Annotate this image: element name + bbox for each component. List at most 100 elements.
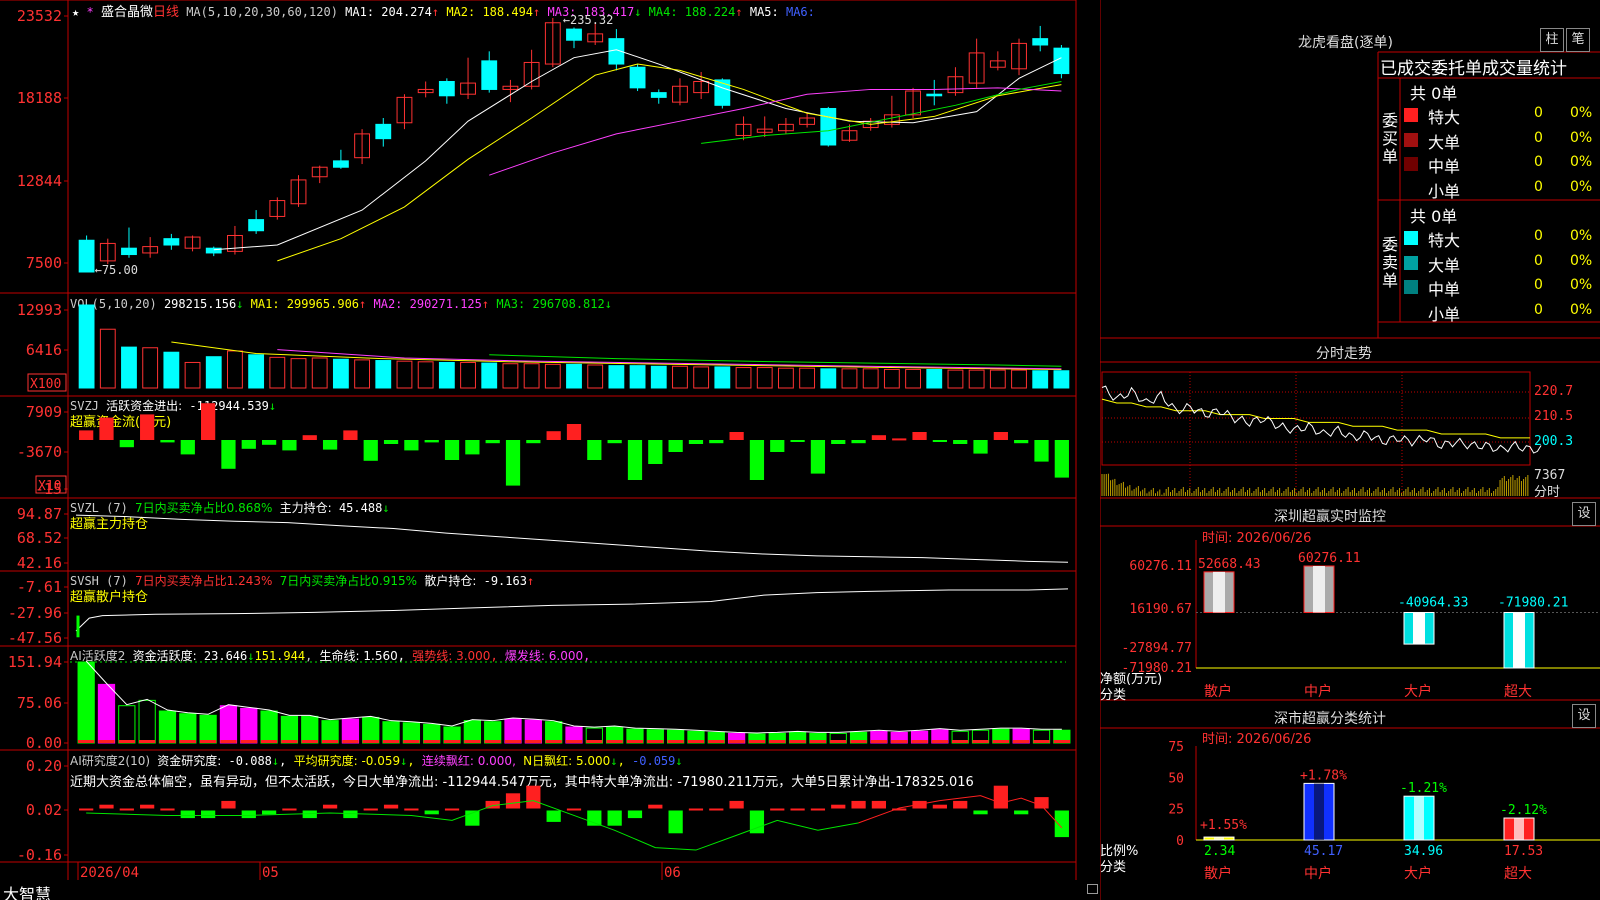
lock-icon[interactable]: [1087, 884, 1098, 894]
sz-stats-settings-button[interactable]: 设: [1572, 704, 1596, 728]
activity-base-mark: [647, 740, 664, 743]
research-bar: [871, 800, 887, 809]
sz-monitor-y-label: -27894.77: [1122, 641, 1192, 656]
legend-swatch: [1404, 157, 1418, 171]
activity-base-mark: [281, 740, 298, 743]
kline-y-label: 12844: [17, 172, 62, 190]
candle-body: [438, 81, 455, 97]
fund-flow-bar: [282, 440, 297, 451]
stats-category-label: 大户: [1404, 865, 1432, 882]
activity-base-mark: [321, 740, 339, 743]
fund-flow-bar: [383, 440, 399, 444]
volume-bar: [396, 360, 413, 389]
fund-flow-bar: [749, 440, 765, 480]
ai-research-y-label: 0.02: [26, 801, 62, 819]
research-bar: [607, 810, 622, 826]
candle-body: [629, 66, 646, 89]
buy-row-pct: 0%: [1570, 178, 1593, 195]
ai-active-y-label: 151.94: [8, 653, 62, 671]
fund-flow-bar: [790, 440, 805, 442]
kline-y-label: 7500: [26, 254, 62, 272]
volume-bar: [417, 361, 434, 389]
research-bar: [160, 808, 175, 811]
fenshi-y-label: 220.7: [1534, 384, 1573, 399]
fund-flow-bar: [241, 440, 256, 449]
volume-bar: [99, 328, 116, 389]
activity-bar: [321, 720, 339, 744]
volume-bar: [332, 358, 349, 389]
chart-area[interactable]: ★ * 盛合晶微日线 MA(5,10,20,30,60,120) MA1: 20…: [0, 0, 1099, 900]
volume-bar: [121, 346, 137, 389]
svsh-y-label: -7.61: [17, 578, 62, 596]
volume-bar: [566, 363, 582, 389]
svzj-unit-label: X10: [38, 479, 61, 494]
buy-row-label: 小单: [1428, 181, 1461, 201]
buy-row: 小单 0 0%: [1404, 178, 1600, 201]
volume-bar: [1053, 370, 1070, 389]
kline-y-label: 18188: [17, 89, 62, 107]
research-bar: [546, 810, 561, 822]
svzl-y-label: 68.52: [17, 529, 62, 547]
activity-base-mark: [240, 740, 257, 743]
research-bar: [932, 804, 947, 809]
volume-bar: [184, 361, 201, 389]
stats-category-label: 中户: [1304, 865, 1332, 882]
bar-mode-button[interactable]: 柱: [1540, 28, 1564, 52]
research-bar: [648, 804, 663, 809]
volume-bar: [629, 365, 646, 389]
volume-bar: [693, 366, 710, 389]
tick-mode-button[interactable]: 笔: [1566, 28, 1590, 52]
volume-bar: [523, 363, 540, 389]
volume-bar: [460, 361, 476, 389]
sell-side-label: 委卖单: [1382, 235, 1399, 290]
research-bar: [566, 808, 582, 811]
activity-base-mark: [342, 740, 359, 743]
svzl-y-label: 94.87: [17, 505, 62, 523]
research-bar: [261, 810, 277, 815]
activity-base-mark: [464, 740, 481, 743]
activity-base-mark: [769, 740, 786, 743]
sz-monitor-settings-button[interactable]: 设: [1572, 502, 1596, 526]
fund-flow-bar: [505, 440, 521, 486]
svzj-y-label: -3670: [17, 443, 62, 461]
sz-stats-y-label: 50: [1168, 771, 1184, 786]
fenshi-y-label: 210.5: [1534, 409, 1573, 424]
fund-flow-bar: [831, 440, 846, 444]
legend-swatch: [1404, 108, 1418, 122]
ai-active-y-label: 75.06: [17, 694, 62, 712]
lhb-header: 已成交委托单成交量统计: [1380, 59, 1567, 79]
activity-base-mark: [545, 740, 562, 743]
volume-bar: [947, 369, 964, 389]
sell-row-qty: 0: [1534, 252, 1543, 269]
activity-base-mark: [443, 740, 461, 743]
volume-bar: [375, 360, 392, 389]
volume-bar: [544, 363, 561, 389]
volume-bar: [905, 368, 921, 389]
candle-body: [714, 79, 731, 106]
buy-row-label: 特大: [1428, 108, 1461, 127]
right-panel: 220.7 210.5 200.3 7367 分时 60276.11 16190.67 -27…: [1100, 0, 1600, 900]
volume-bar: [502, 363, 519, 389]
candle-body: [1053, 47, 1070, 75]
activity-base-mark: [484, 740, 501, 743]
research-line-pos: [858, 795, 1063, 829]
fund-flow-bar: [119, 440, 134, 448]
activity-bar: [341, 718, 360, 744]
research-bar: [322, 804, 338, 809]
volume-bar: [756, 367, 773, 389]
research-bar: [587, 810, 602, 826]
candle-body: [481, 60, 498, 90]
candle-body: [820, 107, 837, 146]
sz-monitor-y-label: 16190.67: [1129, 602, 1192, 617]
left-chart-svg[interactable]: 23532 18188 12844 7500 ←235.32 ←75.00 12993 641…: [0, 0, 1099, 900]
stats-value-label: 17.53: [1504, 844, 1543, 859]
legend-swatch: [1404, 231, 1418, 245]
research-bar: [831, 804, 846, 809]
fund-flow-bar: [201, 403, 216, 440]
candle-body: [1032, 38, 1049, 46]
activity-base-mark: [992, 740, 1009, 743]
sz-monitor-title: 深圳超赢实时监控: [1274, 509, 1386, 525]
candle-body: [248, 219, 265, 232]
activity-bar: [77, 661, 95, 744]
activity-base-mark: [139, 740, 156, 743]
